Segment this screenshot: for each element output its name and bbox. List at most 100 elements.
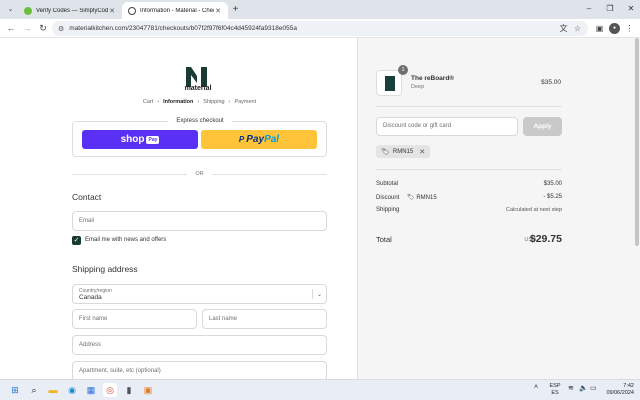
first-name-placeholder: First name [79, 316, 108, 322]
total-row: Total USD $29.75 [376, 233, 562, 249]
tab-title: Information - Material - Checkout [140, 7, 214, 14]
breadcrumb: Cart › Information › Shipping › Payment [72, 99, 327, 105]
tab-search-icon[interactable]: ⌄ [4, 3, 17, 16]
file-explorer-icon[interactable]: ▬ [46, 383, 60, 397]
profile-avatar-icon[interactable]: ● [609, 23, 620, 34]
shipping-value: Calculated at next step [506, 207, 562, 213]
site-info-icon[interactable]: ⚙ [58, 25, 64, 33]
clock[interactable]: 7:42 09/06/2024 [600, 383, 634, 397]
app-icon-2[interactable]: ▣ [141, 383, 155, 397]
back-icon[interactable]: ← [5, 22, 17, 34]
product-thumbnail [376, 70, 402, 96]
country-value: Canada [79, 293, 102, 301]
discount-row: Discount 🏷 RMN15 - $5.25 [376, 194, 562, 201]
express-checkout-title: Express checkout [168, 118, 232, 124]
paypal-button[interactable]: P Pay Pal [201, 130, 317, 149]
app-icon[interactable]: ▮ [122, 383, 136, 397]
paypal-p-icon: P [238, 135, 245, 144]
shipping-label: Shipping [376, 207, 400, 213]
tab-checkout[interactable]: Information - Material - Checkout ✕ [122, 2, 228, 19]
summary-divider [376, 106, 562, 107]
total-value: $29.75 [529, 233, 562, 245]
subtotal-row: Subtotal $35.00 [376, 181, 562, 187]
close-tab-icon[interactable]: ✕ [108, 7, 116, 15]
last-name-placeholder: Last name [209, 316, 238, 322]
maximize-icon[interactable]: ❐ [603, 4, 617, 13]
email-field[interactable]: Email [72, 211, 327, 231]
breadcrumb-cart[interactable]: Cart [143, 99, 153, 105]
or-divider: OR [72, 171, 327, 177]
discount-code: RMN15 [416, 195, 437, 201]
extensions-icon[interactable]: ▣ [594, 23, 605, 34]
language-top: ESP [549, 383, 561, 389]
news-checkbox[interactable]: ✓ [72, 236, 81, 245]
minimize-icon[interactable]: – [582, 4, 596, 13]
apply-discount-button[interactable]: Apply [523, 117, 562, 136]
express-checkout-box: Express checkout shop Pay P Pay Pal [72, 118, 327, 157]
apartment-placeholder: Apartment, suite, etc (optional) [79, 368, 161, 374]
paypal-label-1: Pay [246, 134, 265, 145]
chrome-icon[interactable]: ◎ [103, 383, 117, 397]
chevron-right-icon: › [197, 99, 200, 105]
forward-icon[interactable]: → [21, 22, 33, 34]
subtotal-label: Subtotal [376, 181, 399, 187]
globe-favicon-icon [128, 6, 136, 15]
translate-icon[interactable]: 文 [558, 23, 569, 34]
order-summary-column: 1 The reBoard® Deep $35.00 Discount code… [357, 38, 640, 379]
menu-dots-icon[interactable]: ⋮ [624, 23, 635, 34]
product-price: $35.00 [541, 79, 561, 86]
language-bottom: ES [551, 390, 559, 396]
discount-code-input[interactable]: Discount code or gift card [376, 117, 518, 136]
address-field[interactable]: Address [72, 335, 327, 355]
apartment-field[interactable]: Apartment, suite, etc (optional) [72, 361, 327, 381]
shop-pay-label: shop [120, 134, 145, 145]
subtotal-value: $35.00 [543, 181, 562, 187]
summary-divider [376, 169, 562, 170]
volume-icon[interactable]: 🔈 [579, 385, 588, 392]
reload-icon[interactable]: ↻ [37, 22, 49, 34]
news-checkbox-label: Email me with news and offers [85, 237, 167, 243]
address-bar[interactable]: ⚙ materialkitchen.com/23047781/checkouts… [52, 21, 588, 36]
page-scrollbar[interactable] [635, 38, 639, 246]
wifi-icon[interactable]: ≋ [568, 385, 574, 392]
last-name-field[interactable]: Last name [202, 309, 327, 329]
contact-heading: Contact [72, 192, 102, 202]
search-icon[interactable]: ⌕ [27, 383, 41, 397]
browser-tab-strip: ⌄ Verify Codes — SimplyCodes ✕ Informati… [0, 0, 640, 19]
address-placeholder: Address [79, 342, 102, 348]
discount-placeholder: Discount code or gift card [383, 123, 452, 129]
close-tab-icon[interactable]: ✕ [214, 7, 222, 15]
quantity-badge: 1 [398, 65, 408, 75]
store-icon[interactable]: ▦ [84, 383, 98, 397]
browser-toolbar: ← → ↻ ⚙ materialkitchen.com/23047781/che… [0, 19, 640, 38]
product-image [385, 76, 395, 91]
close-window-icon[interactable]: ✕ [624, 4, 638, 13]
country-select[interactable]: Country/region Canada ⌄ [72, 284, 327, 304]
new-tab-button[interactable]: + [230, 4, 241, 15]
language-indicator[interactable]: ESP ES [547, 383, 563, 397]
breadcrumb-payment: Payment [234, 99, 257, 105]
chevron-right-icon: › [157, 99, 160, 105]
clock-date: 09/06/2024 [606, 390, 634, 396]
simplycodes-favicon-icon [24, 6, 32, 15]
windows-start-icon[interactable]: ⊞ [8, 383, 22, 397]
email-placeholder: Email [79, 218, 95, 224]
discount-value: - $5.25 [543, 194, 562, 200]
shipping-row: Shipping Calculated at next step [376, 207, 562, 213]
tab-simplycodes[interactable]: Verify Codes — SimplyCodes ✕ [18, 2, 122, 19]
url-text: materialkitchen.com/23047781/checkouts/b… [69, 25, 297, 32]
applied-discount-chip: 🏷 RMN15 ✕ [376, 145, 431, 158]
shop-pay-button[interactable]: shop Pay [82, 130, 198, 149]
remove-discount-icon[interactable]: ✕ [419, 148, 425, 156]
paypal-label-2: Pal [264, 134, 280, 145]
discount-label: Discount [376, 195, 400, 201]
first-name-field[interactable]: First name [72, 309, 197, 329]
edge-browser-icon[interactable]: ◉ [65, 383, 79, 397]
tag-icon: 🏷 [407, 195, 415, 201]
checkout-form-column: material Cart › Information › Shipping ›… [0, 38, 357, 381]
battery-icon[interactable]: ▭ [590, 385, 597, 392]
total-label: Total [376, 235, 392, 244]
breadcrumb-information: Information [163, 99, 194, 105]
chevron-up-icon[interactable]: ˄ [534, 384, 538, 391]
bookmark-star-icon[interactable]: ☆ [572, 23, 583, 34]
